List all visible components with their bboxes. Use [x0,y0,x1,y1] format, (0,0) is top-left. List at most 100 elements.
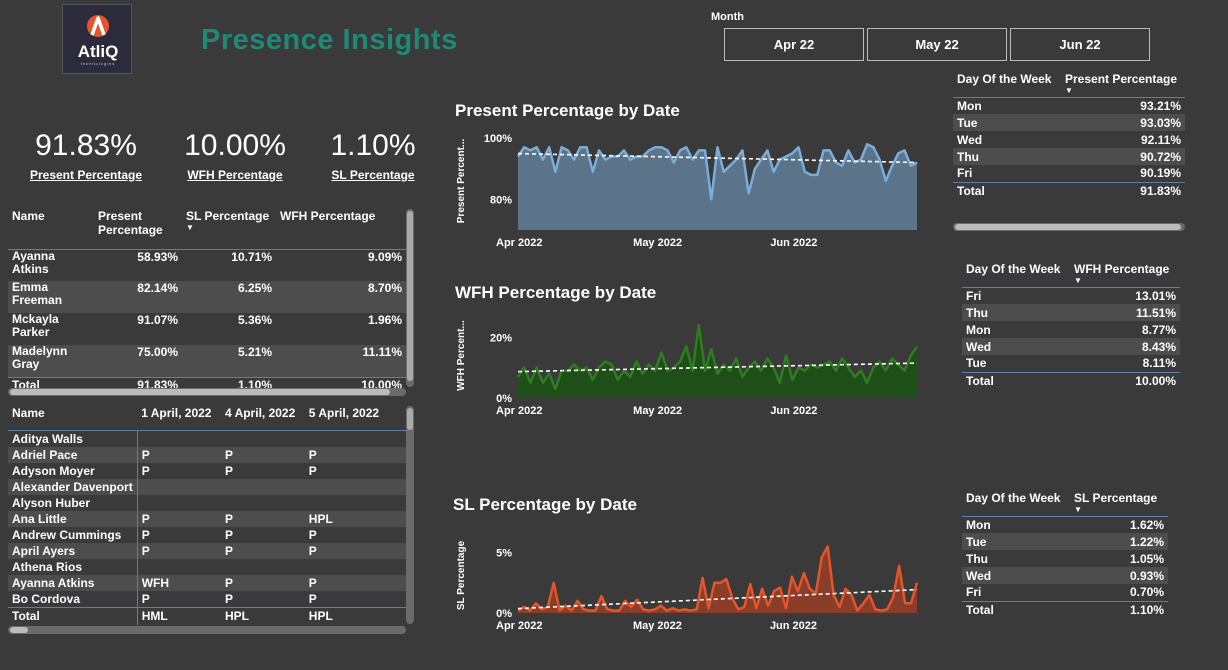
month-slicer-label: Month [711,11,744,23]
dow-row[interactable]: Wed 0.93% [962,567,1168,584]
percentage-cell: 1.96% [367,313,402,327]
attendance-code-cell [137,495,221,511]
attendance-code-cell [221,430,305,447]
matrix-vscroll[interactable] [406,406,414,624]
matrix-header-date3[interactable]: 5 April, 2022 [305,406,406,430]
attendance-code-cell: P [308,543,317,558]
matrix-header-date2[interactable]: 4 April, 2022 [221,406,305,430]
matrix-row[interactable]: Alyson Huber [8,494,406,511]
month-option-apr[interactable]: Apr 22 [724,28,864,61]
employee-name-cell: Mckayla Parker [12,313,59,339]
col-header-name[interactable]: Name [8,209,94,249]
wfh-percentage-chart[interactable]: 20% 0%Apr 2022 May 2022 Jun 2022 WFH Percent… [450,305,925,420]
kpi-sl-label: SL Percentage [331,168,415,182]
dow-row[interactable]: Tue 8.11% [962,355,1180,372]
table-row[interactable]: Emma Freeman 82.14% 6.25% 8.70% [8,281,406,313]
col-header-present[interactable]: Present Percentage [94,209,182,249]
employee-name-cell: Adyson Moyer [8,462,138,479]
matrix-header-date1[interactable]: 1 April, 2022 [137,406,221,430]
attendance-code-cell: P [225,447,234,462]
matrix-row[interactable]: Ana Little P P HPL [8,510,406,527]
attendance-code-cell [305,559,406,575]
dow-sl-header-day[interactable]: Day Of the Week [962,491,1070,516]
percentage-cell: 9.09% [367,249,402,264]
employee-name-cell: Bo Cordova [8,590,138,607]
table-row[interactable]: Mckayla Parker 91.07% 5.36% 1.96% [8,313,406,345]
percentage-cell: 92.11% [1140,132,1181,147]
dow-row[interactable]: Thu 11.51% [962,304,1180,321]
matrix-row[interactable]: Ayanna Atkins WFH P P [8,574,406,591]
dow-row[interactable]: Tue 1.22% [962,533,1168,550]
table-row[interactable]: Ayanna Atkins 58.93% 10.71% 9.09% [8,249,406,281]
x-tick-label: May 2022 [633,620,682,632]
dow-present-header-day[interactable]: Day Of the Week [953,72,1061,97]
matrix-row[interactable]: Alexander Davenport [8,478,406,495]
dow-row[interactable]: Tue 93.03% [953,114,1185,131]
percentage-cell: 75.00% [137,345,178,359]
dow-wfh-header-day[interactable]: Day Of the Week [962,262,1070,287]
attendance-code-cell: P [308,463,317,478]
day-cell: Wed [966,568,992,583]
col-header-sl[interactable]: SL Percentage ▼ [182,209,276,249]
dow-row[interactable]: Wed 8.43% [962,338,1180,355]
present-percentage-chart[interactable]: 100% 80% Apr 2022 May 2022 Jun 2022 Present P… [450,124,925,252]
logo-text: AtliQ [77,42,119,61]
matrix-hscroll[interactable] [8,626,406,634]
day-cell: Wed [966,339,992,354]
sl-chart-title: SL Percentage by Date [453,495,637,514]
employee-summary-table: Name Present Percentage SL Percentage ▼ W… [8,209,406,392]
total-value: 91.83% [1061,181,1185,199]
dow-row[interactable]: Fri 13.01% [962,287,1180,304]
y-axis-label: Present Percent... [456,139,467,224]
wfh-chart-title: WFH Percentage by Date [455,283,657,302]
employee-name-cell: Andrew Cummings [8,526,138,543]
col-header-wfh[interactable]: WFH Percentage [276,209,406,249]
employee-table-vscroll[interactable] [406,209,414,387]
attendance-code-cell [221,479,305,495]
table-row[interactable]: Madelynn Gray 75.00% 5.21% 11.11% [8,345,406,377]
month-option-may[interactable]: May 22 [867,28,1007,61]
employee-name-cell: Ayanna Atkins [8,574,138,591]
dow-row[interactable]: Mon 8.77% [962,321,1180,338]
matrix-row[interactable]: April Ayers P P P [8,542,406,559]
dow-row[interactable]: Thu 90.72% [953,148,1185,165]
dow-row[interactable]: Mon 93.21% [953,97,1185,114]
matrix-row[interactable]: Bo Cordova P P P [8,590,406,607]
total-cell: HPL [304,606,406,625]
attendance-code-cell: P [141,543,150,558]
percentage-cell: 0.70% [1129,585,1164,600]
month-option-jun[interactable]: Jun 22 [1010,28,1150,61]
dow-row[interactable]: Mon 1.62% [962,516,1168,533]
dow-present-header-value[interactable]: Present Percentage ▼ [1061,72,1185,97]
attendance-code-cell: HPL [308,511,333,526]
x-tick-label: Apr 2022 [496,620,542,632]
matrix-row[interactable]: Aditya Walls [8,430,406,447]
attendance-code-cell: P [308,447,317,462]
dow-row[interactable]: Fri 0.70% [962,584,1168,601]
day-cell: Mon [966,517,991,532]
dow-row[interactable]: Fri 90.19% [953,165,1185,182]
logo-subtitle: technologies [80,61,116,66]
x-tick-label: Apr 2022 [496,405,542,417]
dow-wfh-header-value[interactable]: WFH Percentage ▼ [1070,262,1180,287]
sl-percentage-chart[interactable]: 5% 0%Apr 2022 May 2022 Jun 2022 SL Percentag… [450,530,925,635]
page-title: Presence Insights [201,24,458,56]
percentage-cell: 1.22% [1129,534,1164,549]
dow-row[interactable]: Thu 1.05% [962,550,1168,567]
matrix-row[interactable]: Adyson Moyer P P P [8,462,406,479]
percentage-cell: 91.07% [137,313,178,327]
dow-present-hscroll[interactable] [953,223,1185,231]
matrix-header-name[interactable]: Name [8,406,137,430]
day-cell: Fri [957,166,973,181]
matrix-row[interactable]: Adriel Pace P P P [8,446,406,463]
dow-sl-header-value[interactable]: SL Percentage ▼ [1070,491,1168,516]
dow-row[interactable]: Wed 92.11% [953,131,1185,148]
employee-table-hscroll[interactable] [8,388,406,396]
matrix-row[interactable]: Andrew Cummings P P P [8,526,406,543]
percentage-cell: 11.51% [1135,305,1176,320]
percentage-cell: 90.72% [1140,149,1181,164]
matrix-row[interactable]: Athena Rios [8,558,406,575]
percentage-cell: 1.05% [1129,551,1164,566]
day-cell: Fri [966,288,982,303]
percentage-cell: 0.93% [1129,568,1164,583]
